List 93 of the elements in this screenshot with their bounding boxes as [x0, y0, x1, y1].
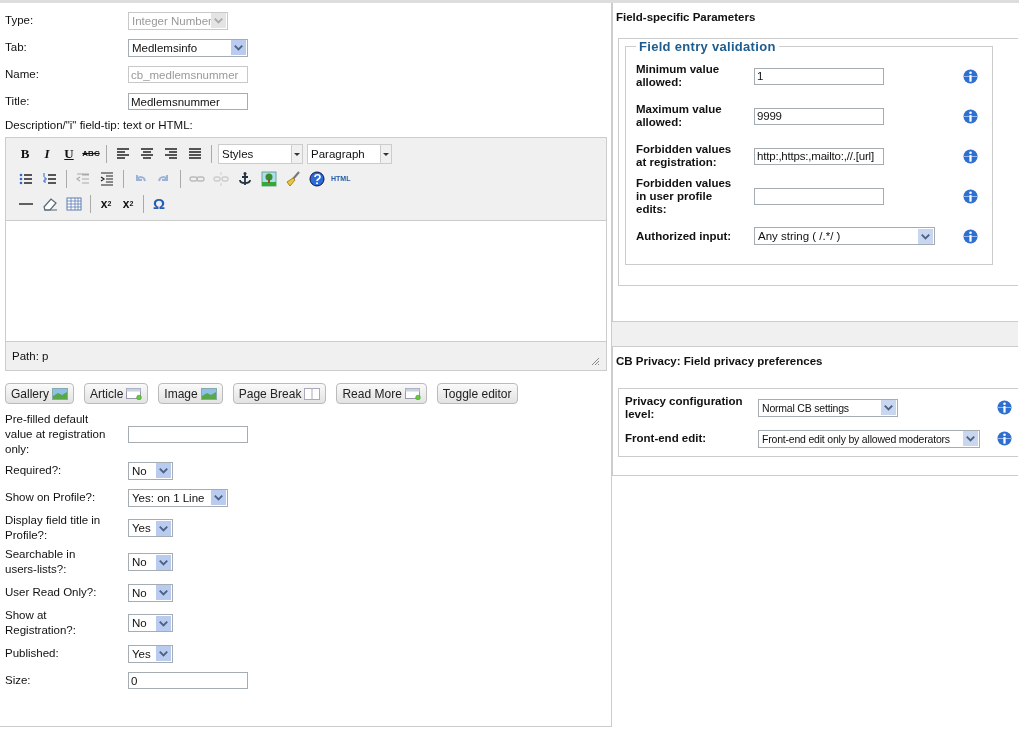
styles-dropdown[interactable]: Styles	[218, 143, 303, 164]
italic-button[interactable]: I	[38, 144, 56, 163]
editor-button[interactable]: Read More	[336, 383, 427, 404]
field-label: Title:	[5, 94, 31, 109]
section-title: Field-specific Parameters	[615, 10, 757, 25]
field-label: Tab:	[5, 40, 28, 55]
info-icon[interactable]	[963, 188, 978, 204]
info-icon[interactable]	[997, 400, 1012, 415]
page-break-icon	[304, 387, 321, 400]
dropdown[interactable]: Any string ( /.*/ )	[754, 227, 935, 245]
align-icon[interactable]	[163, 145, 179, 162]
anchor-icon[interactable]	[237, 170, 253, 187]
chevron-down-icon	[918, 228, 933, 244]
special-character-button[interactable]: Ω	[150, 194, 168, 213]
dropdown[interactable]: Yes	[128, 644, 173, 663]
field-label: Maximum value allowed:	[636, 103, 723, 129]
text-field[interactable]	[754, 187, 884, 205]
chevron-down-icon	[231, 40, 246, 55]
chevron-down-icon	[881, 400, 896, 415]
text-field[interactable]: 9999	[754, 107, 884, 125]
chevron-down-icon	[963, 431, 978, 446]
field-label: Front-end edit:	[625, 432, 708, 445]
editor-button[interactable]: Image	[158, 383, 223, 404]
field-label: User Read Only?:	[5, 585, 98, 600]
section-title: CB Privacy: Field privacy preferences	[615, 354, 824, 369]
help-icon[interactable]	[309, 170, 325, 187]
strikethrough-button[interactable]: ABC	[82, 144, 100, 163]
chevron-down-icon	[156, 585, 171, 600]
field-label: Published:	[5, 646, 60, 661]
dropdown[interactable]: Yes	[128, 519, 173, 537]
field-label: Minimum value allowed:	[636, 63, 721, 89]
chevron-down-icon	[156, 520, 171, 536]
info-icon[interactable]	[963, 148, 978, 164]
editor-button[interactable]: Page Break	[232, 383, 327, 404]
indent-icon[interactable]	[99, 170, 115, 187]
path-label: Path: p	[12, 350, 49, 362]
description-label: Description/"i" field-tip: text or HTML:	[5, 119, 194, 131]
format-dropdown[interactable]: Paragraph	[307, 143, 392, 164]
align-icon[interactable]	[139, 145, 155, 162]
align-icon[interactable]	[187, 145, 203, 162]
editor-button[interactable]: Article	[84, 383, 149, 404]
info-icon[interactable]	[963, 68, 978, 84]
dropdown[interactable]: Front-end edit only by allowed moderators	[758, 429, 980, 448]
text-field[interactable]: http:,https:,mailto:,//.[url]	[754, 147, 884, 165]
document-icon	[126, 387, 143, 400]
brush-icon[interactable]	[285, 170, 301, 187]
align-icon[interactable]	[115, 145, 131, 162]
chevron-down-icon	[211, 13, 226, 28]
chevron-down-icon	[156, 463, 171, 478]
dropdown[interactable]: Medlemsinfo	[128, 38, 248, 57]
table-icon[interactable]	[66, 195, 82, 212]
dropdown[interactable]: No	[128, 461, 173, 480]
field-label: Size:	[5, 673, 32, 688]
field-label: Name:	[5, 67, 40, 82]
fieldset-legend: Field entry validation	[636, 39, 779, 54]
field-label: Privacy configuration level:	[625, 394, 744, 421]
info-icon[interactable]	[997, 431, 1012, 446]
info-icon[interactable]	[963, 108, 978, 124]
field-label: Show at Registration?:	[5, 608, 77, 638]
chevron-down-icon	[156, 615, 171, 631]
field-label: Type:	[5, 13, 35, 28]
text-field[interactable]: 1	[754, 67, 884, 85]
bold-button[interactable]: B	[16, 144, 34, 163]
picture-icon	[200, 387, 217, 400]
dropdown[interactable]: No	[128, 614, 173, 632]
field-label: Display field title in Profile?:	[5, 513, 102, 543]
field-label: Authorized input:	[636, 229, 733, 243]
resize-grip-icon[interactable]	[590, 356, 600, 366]
picture-icon	[52, 387, 68, 400]
superscript-button[interactable]: x$^{2}$	[119, 194, 137, 213]
chevron-down-icon	[156, 554, 171, 570]
field-label: Required?:	[5, 463, 63, 478]
editor-button[interactable]: Gallery	[5, 383, 74, 404]
field-label: Forbidden values in user profile edits:	[636, 176, 733, 216]
numbered-list-icon[interactable]	[42, 170, 58, 187]
dropdown[interactable]: No	[128, 583, 173, 602]
text-field[interactable]: 0	[128, 672, 248, 689]
dropdown[interactable]: Yes: on 1 Line	[128, 488, 228, 507]
field-label: Show on Profile?:	[5, 490, 97, 505]
text-field[interactable]	[128, 426, 248, 443]
dropdown[interactable]: No	[128, 553, 173, 571]
document-icon	[404, 387, 421, 400]
dropdown[interactable]: Normal CB settings	[758, 398, 898, 417]
underline-button[interactable]: U	[60, 144, 78, 163]
field-label: Forbidden values at registration:	[636, 143, 733, 169]
info-icon[interactable]	[963, 228, 978, 244]
editor-button[interactable]: Toggle editor	[436, 383, 518, 404]
field-label: Pre-filled default value at registration only:	[5, 412, 107, 457]
field-label: Searchable in users-lists?:	[5, 547, 77, 577]
text-field[interactable]: Medlemsnummer	[128, 93, 248, 110]
chevron-down-icon	[156, 646, 171, 661]
image-icon[interactable]	[261, 170, 277, 187]
chevron-down-icon	[211, 490, 226, 505]
